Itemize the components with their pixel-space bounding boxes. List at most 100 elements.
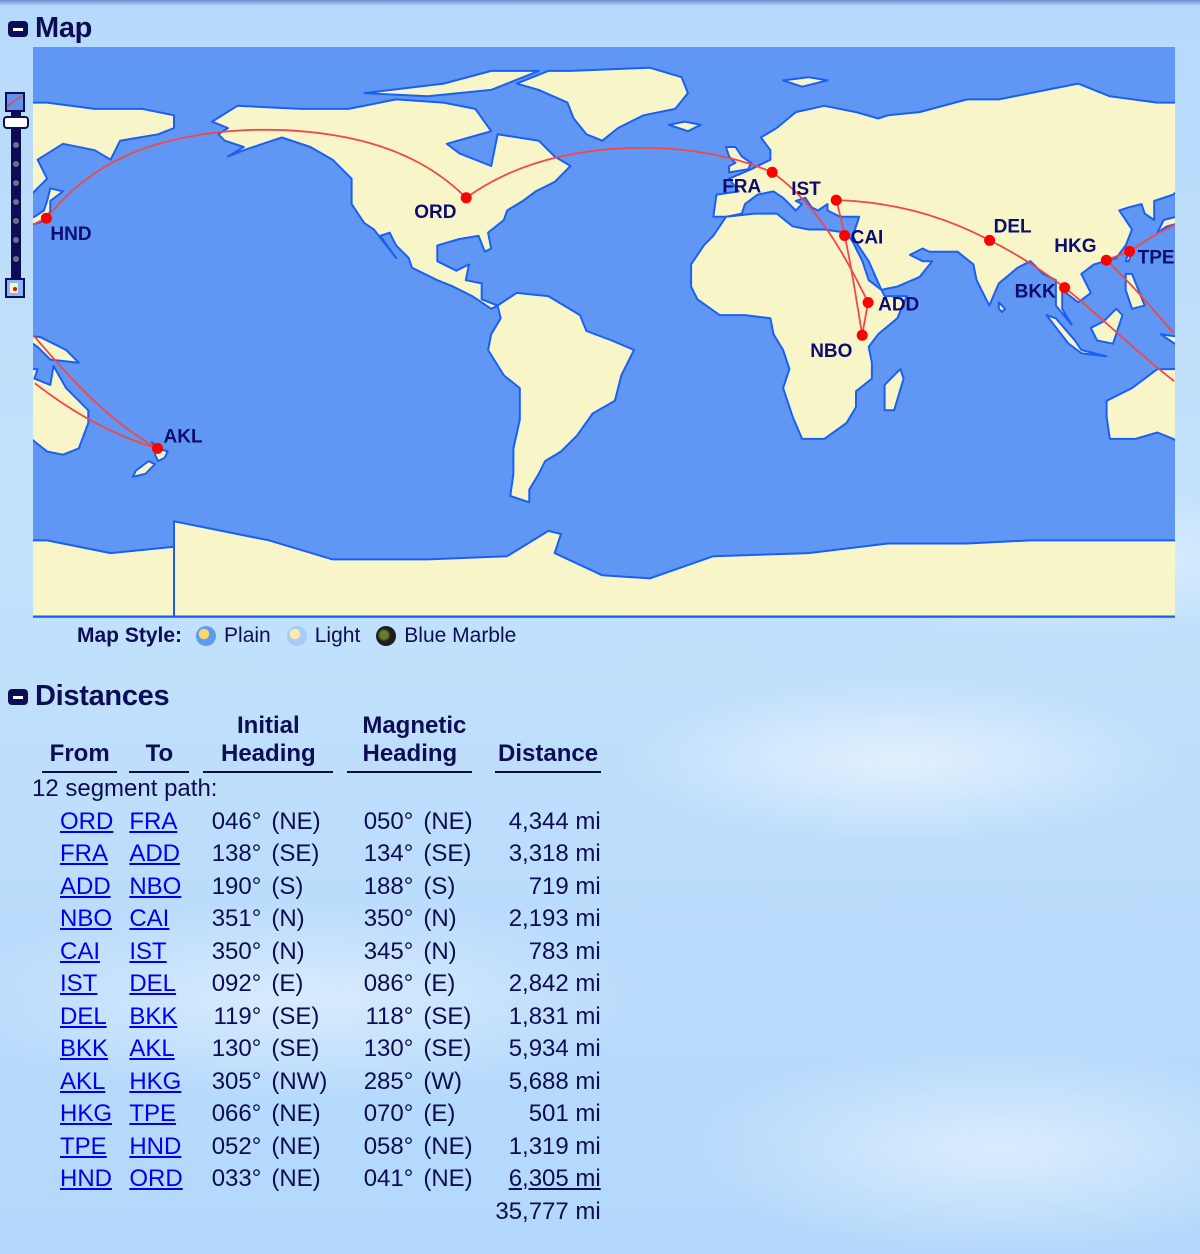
from-airport-link[interactable]: NBO [28,903,129,936]
airport-label-hkg[interactable]: HKG [1054,236,1096,257]
to-airport-link[interactable]: IST [129,936,203,969]
map-style-blue-marble[interactable]: Blue Marble [376,624,516,648]
from-airport-link[interactable]: TPE [28,1131,129,1164]
table-row: BKK AKL 130° (SE) 130° (SE) 5,934 mi [28,1033,601,1066]
to-airport-link[interactable]: HND [129,1131,203,1164]
to-airport-link[interactable]: NBO [129,871,203,904]
world-map-canvas[interactable]: ORD FRA ADD NBO CAI IST DEL BKK AKL HKG TPE HND [33,47,1175,618]
top-bar [0,0,1200,6]
segment-distance: 1,319 mi [508,1132,601,1160]
to-airport-link[interactable]: FRA [129,806,203,839]
airport-label-del[interactable]: DEL [994,216,1032,237]
map-style-plain-label[interactable]: Plain [224,624,271,648]
airport-label-nbo[interactable]: NBO [810,341,852,362]
from-airport-link[interactable]: HND [28,1163,129,1196]
zoom-in-local-icon[interactable] [5,278,25,298]
from-airport-link[interactable]: CAI [28,936,129,969]
airport-marker-akl[interactable] [152,442,163,454]
route-bkk-akl [1064,286,1175,382]
from-airport-link[interactable]: FRA [28,838,129,871]
to-airport-link[interactable]: ADD [129,838,203,871]
segment-count-label: 12 segment path: [32,775,218,802]
magnetic-heading: 041° (NE) [363,1165,473,1192]
airport-label-hnd[interactable]: HND [50,224,91,245]
zoom-out-world-icon[interactable] [5,92,25,112]
from-airport-link[interactable]: DEL [28,1001,129,1034]
initial-heading: 046° (NE) [211,807,321,835]
land-new-zealand-s [131,460,156,478]
airport-label-ord[interactable]: ORD [414,202,456,223]
zoom-slider-handle[interactable] [3,116,29,129]
land-australia [33,364,90,456]
segment-distance: 501 mi [528,1100,601,1127]
map-style-light-label[interactable]: Light [315,624,361,648]
land-arctic-islands [363,69,540,98]
segment-distance: 5,688 mi [508,1067,601,1095]
plain-globe-icon [196,626,217,646]
from-airport-link[interactable]: ORD [28,806,129,839]
map-style-label: Map Style: [77,624,183,647]
airport-marker-add[interactable] [862,297,874,308]
collapse-icon[interactable] [8,20,28,37]
map-style-selector: Map Style: Plain Light Blue Marble [77,624,532,648]
airport-marker-hnd[interactable] [40,212,52,224]
airport-label-tpe[interactable]: TPE [1138,247,1175,268]
to-airport-link[interactable]: DEL [129,968,203,1001]
airport-marker-ord[interactable] [460,192,472,204]
distances-section-header[interactable]: Distances [8,680,170,713]
initial-heading: 190° (S) [211,872,304,900]
segment-distance: 4,344 mi [508,807,601,835]
land-antarctica [173,520,1175,618]
to-airport-link[interactable]: ORD [129,1163,203,1196]
airport-marker-ist[interactable] [830,194,842,206]
map-style-blue-marble-label[interactable]: Blue Marble [404,624,516,648]
magnetic-heading: 188° (S) [363,872,456,900]
land-new-guinea [33,335,80,364]
from-airport-link[interactable]: HKG [28,1098,129,1131]
airport-marker-fra[interactable] [766,166,778,178]
from-airport-link[interactable]: BKK [28,1033,129,1066]
initial-heading: 066° (NE) [211,1100,321,1127]
initial-heading: 119° (SE) [213,1002,320,1030]
collapse-icon[interactable] [8,688,28,705]
table-row: IST DEL 092° (E) 086° (E) 2,842 mi [28,968,601,1001]
airport-label-add[interactable]: ADD [878,295,919,316]
airport-marker-nbo[interactable] [856,329,868,341]
from-airport-link[interactable]: AKL [28,1066,129,1099]
airport-marker-cai[interactable] [839,230,851,241]
route-map[interactable]: ORD FRA ADD NBO CAI IST DEL BKK AKL HKG TPE HND [33,47,1175,618]
land-sri-lanka [997,301,1007,313]
airport-label-akl[interactable]: AKL [164,426,203,447]
map-section-header[interactable]: Map [8,12,92,45]
land-madagascar [883,368,905,412]
magnetic-heading: 058° (NE) [363,1132,473,1160]
magnetic-heading: 134° (SE) [363,840,472,867]
to-airport-link[interactable]: BKK [129,1001,203,1034]
to-airport-link[interactable]: HKG [129,1066,203,1099]
airport-label-ist[interactable]: IST [791,179,821,200]
magnetic-heading: 070° (E) [363,1100,456,1127]
land-north-america [211,98,572,310]
to-airport-link[interactable]: TPE [129,1098,203,1131]
magnetic-heading: 050° (NE) [363,807,473,835]
zoom-slider-track[interactable] [11,112,21,278]
from-airport-link[interactable]: IST [28,968,129,1001]
airport-label-bkk[interactable]: BKK [1015,282,1056,303]
to-airport-link[interactable]: CAI [129,903,203,936]
map-zoom-control[interactable] [3,92,29,302]
table-row: CAI IST 350° (N) 345° (N) 783 mi [28,936,601,969]
map-style-light[interactable]: Light [286,624,361,648]
table-row: AKL HKG 305° (NW) 285° (W) 5,688 mi [28,1066,601,1099]
map-section-title: Map [35,12,93,44]
magnetic-heading: 285° (W) [363,1067,462,1095]
airport-marker-bkk[interactable] [1059,282,1071,294]
land-europe-asia [33,101,175,195]
from-airport-link[interactable]: ADD [28,871,129,904]
map-style-plain[interactable]: Plain [196,624,271,648]
to-airport-link[interactable]: AKL [129,1033,203,1066]
table-header-row: From To Initial Heading Magnetic Heading D… [28,712,601,773]
airport-marker-hkg[interactable] [1100,254,1112,266]
airport-label-fra[interactable]: FRA [722,176,761,197]
airport-label-cai[interactable]: CAI [851,228,884,249]
airport-marker-tpe[interactable] [1124,245,1136,257]
